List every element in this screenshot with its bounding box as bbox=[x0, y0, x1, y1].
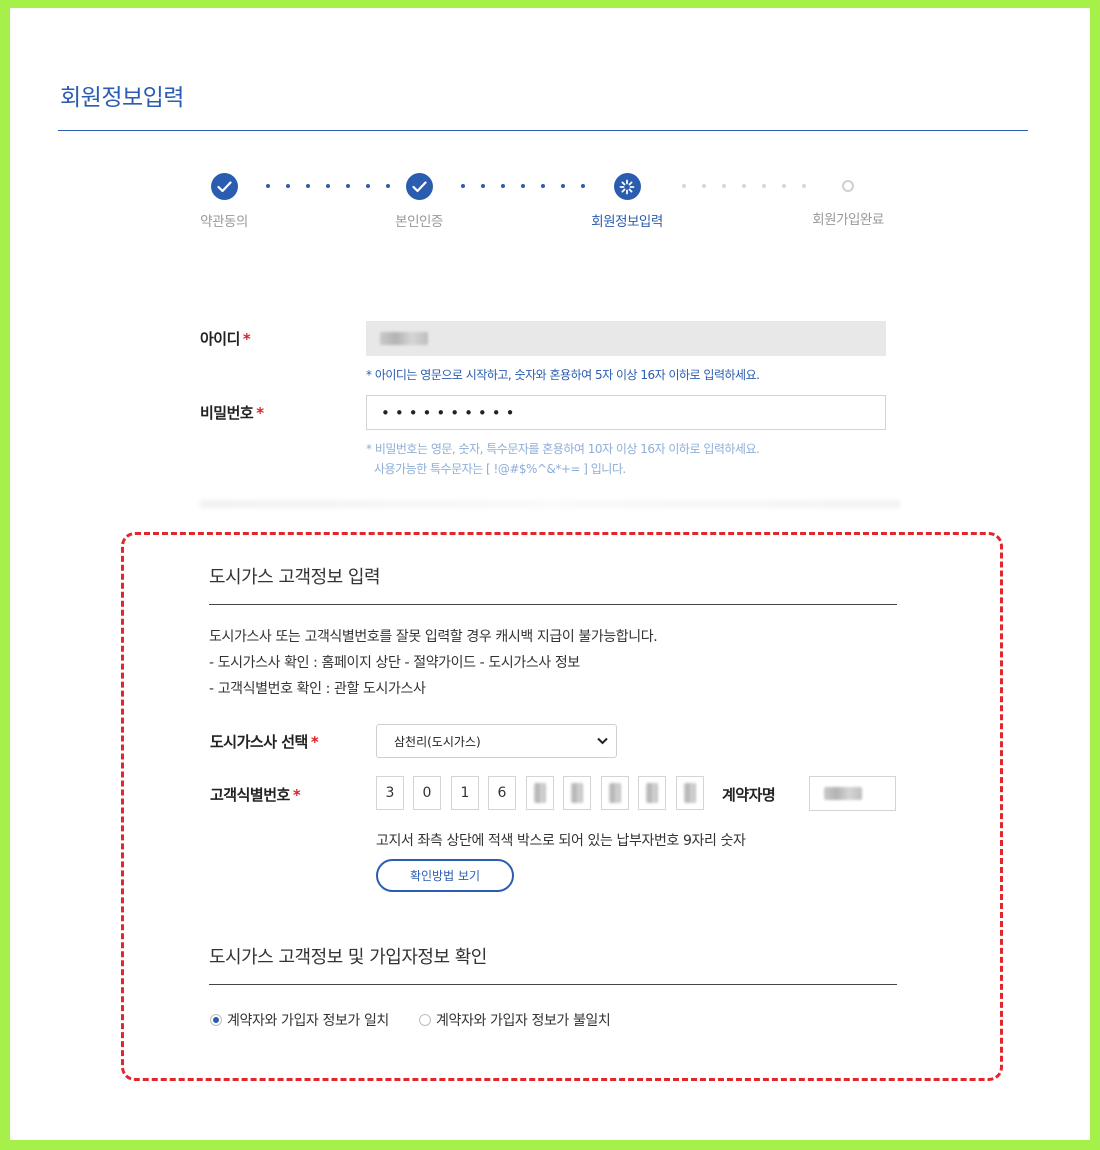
step-complete: 회원가입완료 bbox=[778, 173, 918, 228]
required-mark: * bbox=[292, 786, 301, 804]
customer-number-label: 고객식별번호 * bbox=[210, 786, 301, 804]
id-label: 아이디 * bbox=[200, 330, 251, 348]
customer-digit-input[interactable] bbox=[676, 776, 704, 810]
required-mark: * bbox=[310, 733, 319, 751]
chevron-down-icon bbox=[597, 734, 608, 748]
radio-info-match[interactable]: 계약자와 가입자 정보가 일치 bbox=[210, 1010, 389, 1030]
gas-company-label: 도시가스사 선택 * bbox=[210, 733, 319, 751]
title-divider bbox=[58, 130, 1028, 131]
customer-digit-input[interactable] bbox=[601, 776, 629, 810]
gas-section-title: 도시가스 고객정보 입력 bbox=[209, 567, 381, 588]
radio-info-mismatch[interactable]: 계약자와 가입자 정보가 불일치 bbox=[419, 1010, 611, 1030]
blurred-name bbox=[824, 787, 862, 800]
step-member-info: 회원정보입력 bbox=[557, 173, 697, 230]
notice-line: - 도시가스사 확인 : 홈페이지 상단 - 절약가이드 - 도시가스사 정보 bbox=[209, 655, 580, 671]
page: 회원정보입력 약관동의 본인인증 회원정보입력 회원가입완료 아이디 * * 아… bbox=[10, 8, 1090, 1140]
step-verification: 본인인증 bbox=[349, 173, 489, 230]
customer-digit-input[interactable]: 1 bbox=[451, 776, 479, 810]
step-label: 본인인증 bbox=[395, 214, 443, 230]
step-label: 회원정보입력 bbox=[591, 214, 663, 230]
step-label: 회원가입완료 bbox=[812, 212, 884, 228]
confirm-section-title: 도시가스 고객정보 및 가입자정보 확인 bbox=[209, 947, 487, 968]
view-method-button[interactable]: 확인방법 보기 bbox=[376, 859, 514, 892]
blurred-digit bbox=[684, 783, 696, 803]
password-input[interactable]: •••••••••• bbox=[366, 395, 886, 430]
password-label: 비밀번호 * bbox=[200, 404, 264, 422]
customer-number-hint: 고지서 좌측 상단에 적색 박스로 되어 있는 납부자번호 9자리 숫자 bbox=[376, 833, 746, 849]
customer-digit-input[interactable] bbox=[563, 776, 591, 810]
blurred-digit bbox=[571, 783, 583, 803]
notice-line: - 고객식별번호 확인 : 관할 도시가스사 bbox=[209, 681, 426, 697]
required-mark: * bbox=[242, 330, 251, 348]
gas-section-divider bbox=[209, 604, 897, 605]
gas-company-selected: 삼천리(도시가스) bbox=[394, 734, 481, 749]
notice-line: 도시가스사 또는 고객식별번호를 잘못 입력할 경우 캐시백 지급이 불가능합니… bbox=[209, 629, 658, 645]
password-hint-special: 사용가능한 특수문자는 [ !@#$%^&*+= ] 입니다. bbox=[374, 462, 626, 476]
radio-button-checked[interactable] bbox=[210, 1014, 222, 1026]
step-label: 약관동의 bbox=[200, 214, 248, 230]
blurred-digit bbox=[609, 783, 621, 803]
customer-digit-input[interactable]: 6 bbox=[488, 776, 516, 810]
blurred-id-value bbox=[380, 332, 428, 345]
id-input[interactable] bbox=[366, 321, 886, 356]
contractor-name-label: 계약자명 bbox=[722, 786, 776, 804]
contractor-name-input[interactable] bbox=[809, 776, 896, 811]
step-terms: 약관동의 bbox=[154, 173, 294, 230]
check-icon bbox=[405, 173, 433, 200]
customer-digit-input[interactable] bbox=[526, 776, 554, 810]
faded-row bbox=[200, 500, 900, 508]
customer-digit-input[interactable] bbox=[638, 776, 666, 810]
blurred-digit bbox=[534, 783, 546, 803]
password-hint: * 비밀번호는 영문, 숫자, 특수문자를 혼용하여 10자 이상 16자 이하… bbox=[366, 442, 760, 456]
id-hint: * 아이디는 영문으로 시작하고, 숫자와 혼용하여 5자 이상 16자 이하로… bbox=[366, 368, 760, 382]
required-mark: * bbox=[256, 404, 264, 422]
radio-label: 계약자와 가입자 정보가 일치 bbox=[227, 1013, 389, 1029]
radio-button[interactable] bbox=[419, 1014, 431, 1026]
customer-digit-input[interactable]: 0 bbox=[413, 776, 441, 810]
radio-label: 계약자와 가입자 정보가 불일치 bbox=[436, 1013, 611, 1029]
page-title: 회원정보입력 bbox=[60, 85, 184, 111]
spinner-icon bbox=[613, 173, 641, 200]
pending-circle-icon bbox=[842, 180, 854, 192]
confirm-section-divider bbox=[209, 984, 897, 985]
customer-digit-input[interactable]: 3 bbox=[376, 776, 404, 810]
blurred-digit bbox=[646, 783, 658, 803]
check-icon bbox=[210, 173, 238, 200]
gas-company-select[interactable]: 삼천리(도시가스) bbox=[376, 724, 617, 758]
